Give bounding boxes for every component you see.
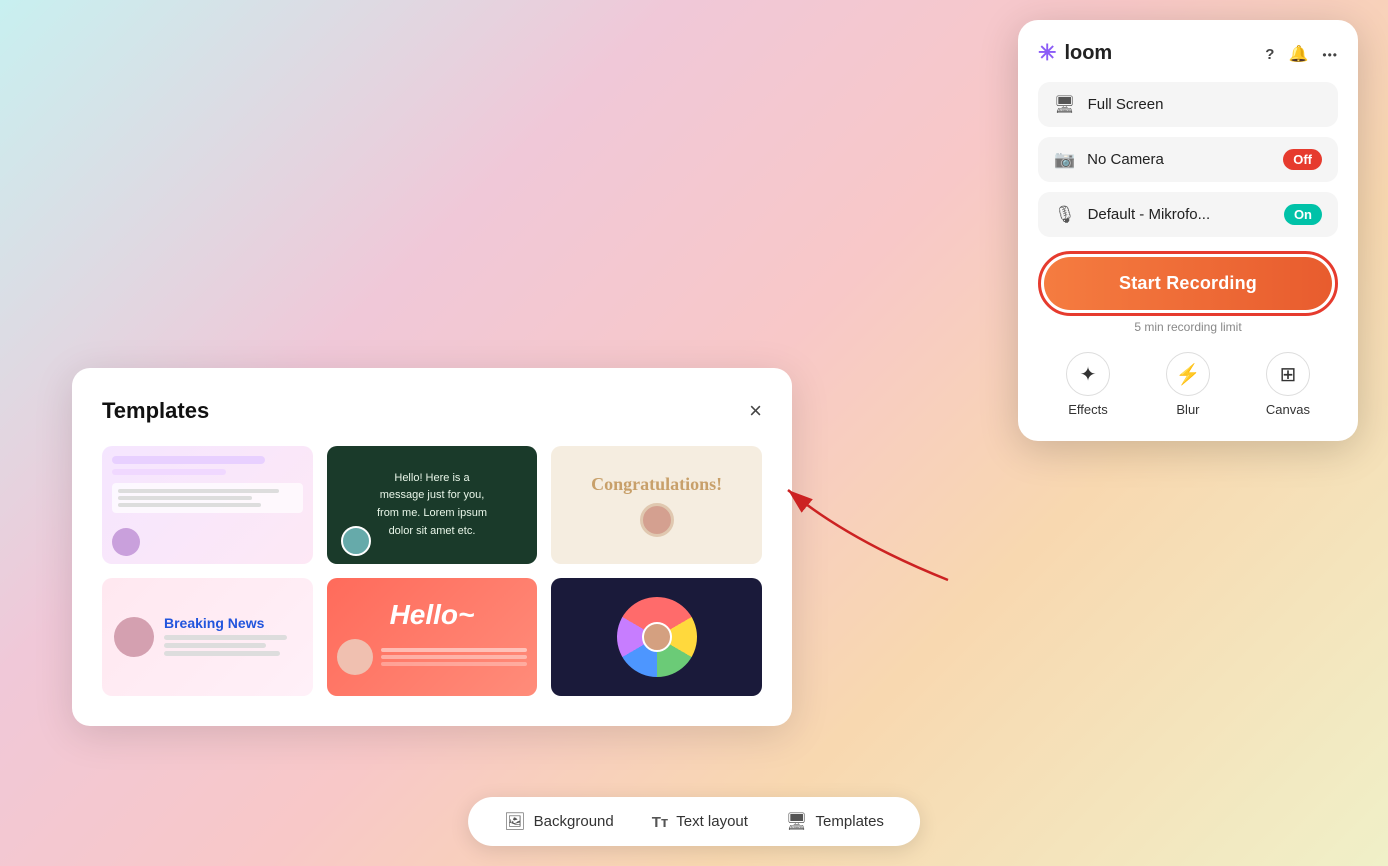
blur-label: Blur [1176, 402, 1199, 417]
tpl5-bottom [337, 639, 528, 675]
toolbar-templates[interactable]: Templates [778, 807, 892, 836]
canvas-item[interactable]: Canvas [1266, 352, 1310, 417]
tpl2-text: Hello! Here is amessage just for you,fro… [377, 470, 487, 540]
template-card-2[interactable]: Hello! Here is amessage just for you,fro… [327, 446, 538, 564]
more-options-icon[interactable] [1322, 43, 1338, 64]
loom-header-icons [1265, 43, 1338, 64]
loom-panel: ✳ loom Full Screen No Camera Off Default… [1018, 20, 1358, 441]
template-card-4[interactable]: Breaking News [102, 578, 313, 696]
blur-icon-circle [1166, 352, 1210, 396]
templates-modal-header: Templates × [102, 398, 762, 424]
text-layout-label: Text layout [676, 813, 748, 830]
effects-label: Effects [1068, 402, 1108, 417]
loom-logo: ✳ loom [1038, 40, 1112, 66]
tpl6-avatar [642, 622, 672, 652]
blur-item[interactable]: Blur [1166, 352, 1210, 417]
tpl1-text-block [112, 483, 303, 513]
fullscreen-option[interactable]: Full Screen [1038, 82, 1338, 127]
camera-option-left: No Camera [1054, 149, 1164, 170]
templates-grid: Hello! Here is amessage just for you,fro… [102, 446, 762, 696]
notifications-icon[interactable] [1288, 43, 1308, 64]
mic-label: Default - Mikrofo... [1088, 206, 1211, 223]
loom-brand-name: loom [1064, 42, 1112, 65]
templates-label: Templates [816, 813, 884, 830]
help-icon[interactable] [1265, 43, 1274, 64]
canvas-icon-circle [1266, 352, 1310, 396]
templates-modal: Templates × Hello! Here is amessage just… [72, 368, 792, 726]
start-recording-wrapper: Start Recording [1038, 251, 1338, 316]
tpl1-bar2 [112, 469, 226, 475]
canvas-icon [1280, 362, 1297, 387]
template-card-1[interactable] [102, 446, 313, 564]
background-icon [504, 811, 526, 832]
recording-limit: 5 min recording limit [1038, 320, 1338, 334]
toolbar-background[interactable]: Background [496, 807, 622, 836]
camera-label: No Camera [1087, 151, 1164, 168]
mic-toggle[interactable]: On [1284, 204, 1322, 225]
background-label: Background [534, 813, 614, 830]
tpl4-avatar [114, 617, 154, 657]
arrow-to-loom [768, 480, 968, 600]
tpl4-content: Breaking News [164, 615, 301, 659]
effects-icon [1080, 362, 1097, 387]
mic-option[interactable]: Default - Mikrofo... On [1038, 192, 1338, 237]
fullscreen-option-left: Full Screen [1054, 94, 1163, 115]
tpl2-avatar [341, 526, 371, 556]
loom-header: ✳ loom [1038, 40, 1338, 66]
loom-logo-icon: ✳ [1038, 40, 1056, 66]
effects-icon-circle [1066, 352, 1110, 396]
blur-icon [1176, 362, 1201, 387]
camera-toggle[interactable]: Off [1283, 149, 1322, 170]
mic-icon [1054, 204, 1076, 225]
template-card-3[interactable]: Congratulations! [551, 446, 762, 564]
tpl5-avatar [337, 639, 373, 675]
monitor-icon [1054, 94, 1076, 115]
fullscreen-label: Full Screen [1088, 96, 1164, 113]
templates-modal-title: Templates [102, 398, 209, 424]
mic-option-left: Default - Mikrofo... [1054, 204, 1210, 225]
tpl3-avatar [640, 503, 674, 537]
canvas-label: Canvas [1266, 402, 1310, 417]
loom-bottom-icons: Effects Blur Canvas [1038, 348, 1338, 417]
tpl1-bar [112, 456, 265, 464]
template-card-6[interactable] [551, 578, 762, 696]
camera-off-icon [1054, 149, 1075, 170]
camera-option[interactable]: No Camera Off [1038, 137, 1338, 182]
tpl6-colorful [617, 597, 697, 677]
text-layout-icon [652, 811, 669, 832]
tpl5-hello: Hello~ [390, 599, 475, 631]
effects-item[interactable]: Effects [1066, 352, 1110, 417]
start-recording-button[interactable]: Start Recording [1044, 257, 1332, 310]
template-card-5[interactable]: Hello~ [327, 578, 538, 696]
templates-icon [786, 811, 808, 832]
close-modal-button[interactable]: × [749, 400, 762, 422]
tpl4-title: Breaking News [164, 615, 301, 631]
tpl4-lines [164, 635, 301, 656]
tpl3-congrats: Congratulations! [591, 474, 722, 495]
tpl1-avatar [112, 528, 140, 556]
toolbar-text-layout[interactable]: Text layout [644, 807, 756, 836]
bottom-toolbar: Background Text layout Templates [468, 797, 920, 846]
